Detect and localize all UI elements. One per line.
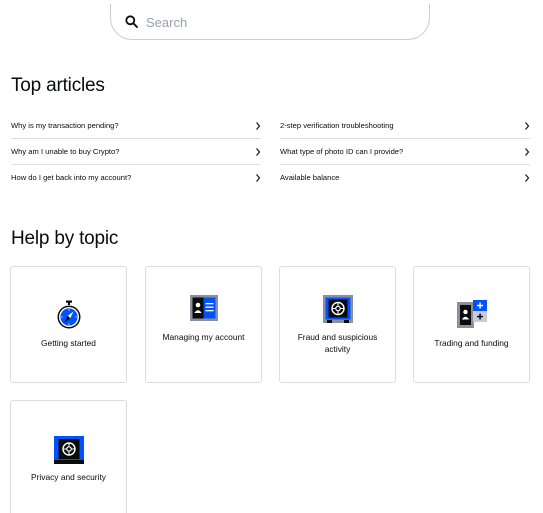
- search-bar[interactable]: [110, 4, 430, 40]
- article-label: Why is my transaction pending?: [11, 121, 119, 130]
- article-label: Available balance: [280, 173, 340, 182]
- trading-icon: [456, 300, 487, 328]
- topic-card-getting-started[interactable]: Getting started: [10, 266, 127, 383]
- articles-column-right: 2-step verification troubleshooting What…: [280, 113, 530, 191]
- vault-icon: [53, 436, 84, 464]
- topic-card-label: Trading and funding: [434, 338, 509, 348]
- chevron-right-icon: [256, 122, 261, 130]
- chevron-right-icon: [256, 174, 261, 182]
- article-link[interactable]: How do I get back into my account?: [11, 165, 261, 191]
- search-icon: [125, 15, 138, 28]
- topic-card-label: Getting started: [41, 338, 96, 348]
- article-link[interactable]: Why am I unable to buy Crypto?: [11, 139, 261, 165]
- id-card-icon: [189, 295, 218, 321]
- topic-card-fraud[interactable]: Fraud and suspicious activity: [279, 266, 396, 383]
- topic-card-label: Privacy and security: [31, 472, 106, 482]
- topic-card-label: Fraud and suspicious activity: [297, 332, 378, 354]
- compass-icon: [57, 300, 80, 329]
- topic-card-trading[interactable]: Trading and funding: [413, 266, 530, 383]
- chevron-right-icon: [525, 148, 530, 156]
- topic-card-label: Managing my account: [162, 332, 245, 342]
- article-label: How do I get back into my account?: [11, 173, 132, 182]
- article-label: What type of photo ID can I provide?: [280, 147, 404, 156]
- articles-column-left: Why is my transaction pending? Why am I …: [11, 113, 261, 191]
- topic-card-privacy[interactable]: Privacy and security: [10, 400, 127, 513]
- chevron-right-icon: [525, 174, 530, 182]
- help-by-topic-title: Help by topic: [11, 228, 119, 249]
- help-center-page: Top articles Why is my transaction pendi…: [0, 0, 543, 513]
- article-label: Why am I unable to buy Crypto?: [11, 147, 120, 156]
- article-link[interactable]: What type of photo ID can I provide?: [280, 139, 530, 165]
- article-label: 2-step verification troubleshooting: [280, 121, 394, 130]
- chevron-right-icon: [256, 148, 261, 156]
- safe-icon: [322, 295, 353, 323]
- article-link[interactable]: Why is my transaction pending?: [11, 113, 261, 139]
- article-link[interactable]: Available balance: [280, 165, 530, 191]
- top-articles-title: Top articles: [11, 75, 105, 96]
- article-link[interactable]: 2-step verification troubleshooting: [280, 113, 530, 139]
- search-input[interactable]: [146, 12, 416, 32]
- topic-card-managing-account[interactable]: Managing my account: [145, 266, 262, 383]
- chevron-right-icon: [525, 122, 530, 130]
